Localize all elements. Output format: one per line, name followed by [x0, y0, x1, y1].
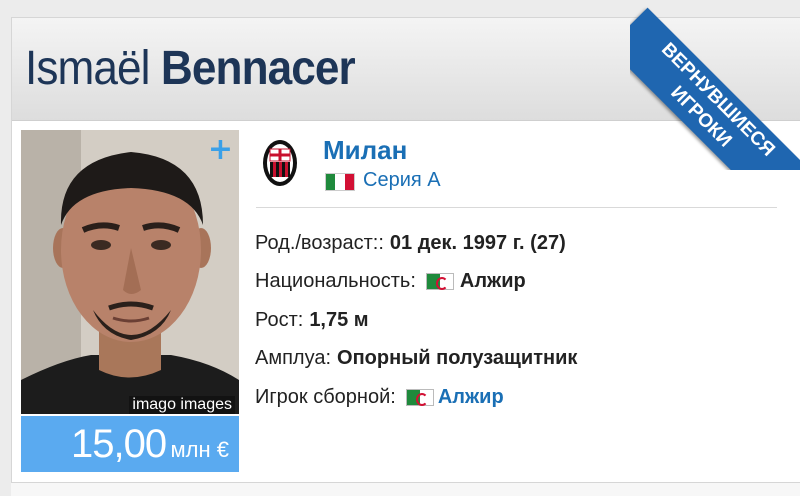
birth-label: Род./возраст:: — [255, 231, 384, 254]
height-row: Рост: 1,75 м — [255, 301, 577, 340]
algeria-flag-icon — [405, 388, 434, 406]
plus-icon[interactable]: + — [208, 132, 233, 167]
national-team-link[interactable]: Алжир — [438, 386, 504, 409]
national-team-row: Игрок сборной: Алжир — [255, 378, 577, 417]
nationality-row: Национальность: Алжир — [255, 263, 577, 302]
player-first-name: Ismaël — [25, 42, 150, 95]
market-value-box[interactable]: 15,00 млн € — [21, 416, 239, 472]
nationality-label: Национальность: — [255, 270, 416, 293]
market-value-unit: млн € — [170, 437, 229, 462]
player-portrait — [21, 130, 239, 414]
national-team-label: Игрок сборной: — [255, 385, 396, 408]
italy-flag-icon — [325, 173, 355, 191]
section-divider — [256, 207, 777, 208]
ac-milan-crest-icon[interactable] — [262, 139, 298, 187]
club-name-link[interactable]: Милан — [323, 135, 407, 166]
photo-credit: imago images — [129, 396, 235, 414]
player-name: Ismaël Bennacer — [25, 41, 356, 96]
nationality-value: Алжир — [459, 270, 526, 293]
player-photo[interactable]: + imago images — [21, 130, 239, 414]
height-value: 1,75 м — [309, 308, 369, 331]
market-value-amount: 15,00 — [70, 422, 167, 466]
birth-value: 01 дек. 1997 г. (27) — [389, 231, 566, 254]
player-last-name: Bennacer — [160, 42, 356, 95]
position-row: Амплуа: Опорный полузащитник — [255, 340, 577, 379]
algeria-flag-icon — [425, 273, 454, 291]
position-label: Амплуа: — [255, 347, 332, 370]
player-details: Род./возраст:: 01 дек. 1997 г. (27) Наци… — [255, 224, 577, 417]
height-label: Рост: — [255, 308, 304, 331]
position-value: Опорный полузащитник — [337, 347, 578, 370]
league-name-link[interactable]: Серия А — [363, 169, 441, 192]
card-bottom-edge — [11, 482, 800, 496]
returning-players-ribbon[interactable]: ВЕРНУВШИЕСЯ ИГРОКИ — [630, 0, 800, 170]
birth-row: Род./возраст:: 01 дек. 1997 г. (27) — [255, 224, 577, 263]
